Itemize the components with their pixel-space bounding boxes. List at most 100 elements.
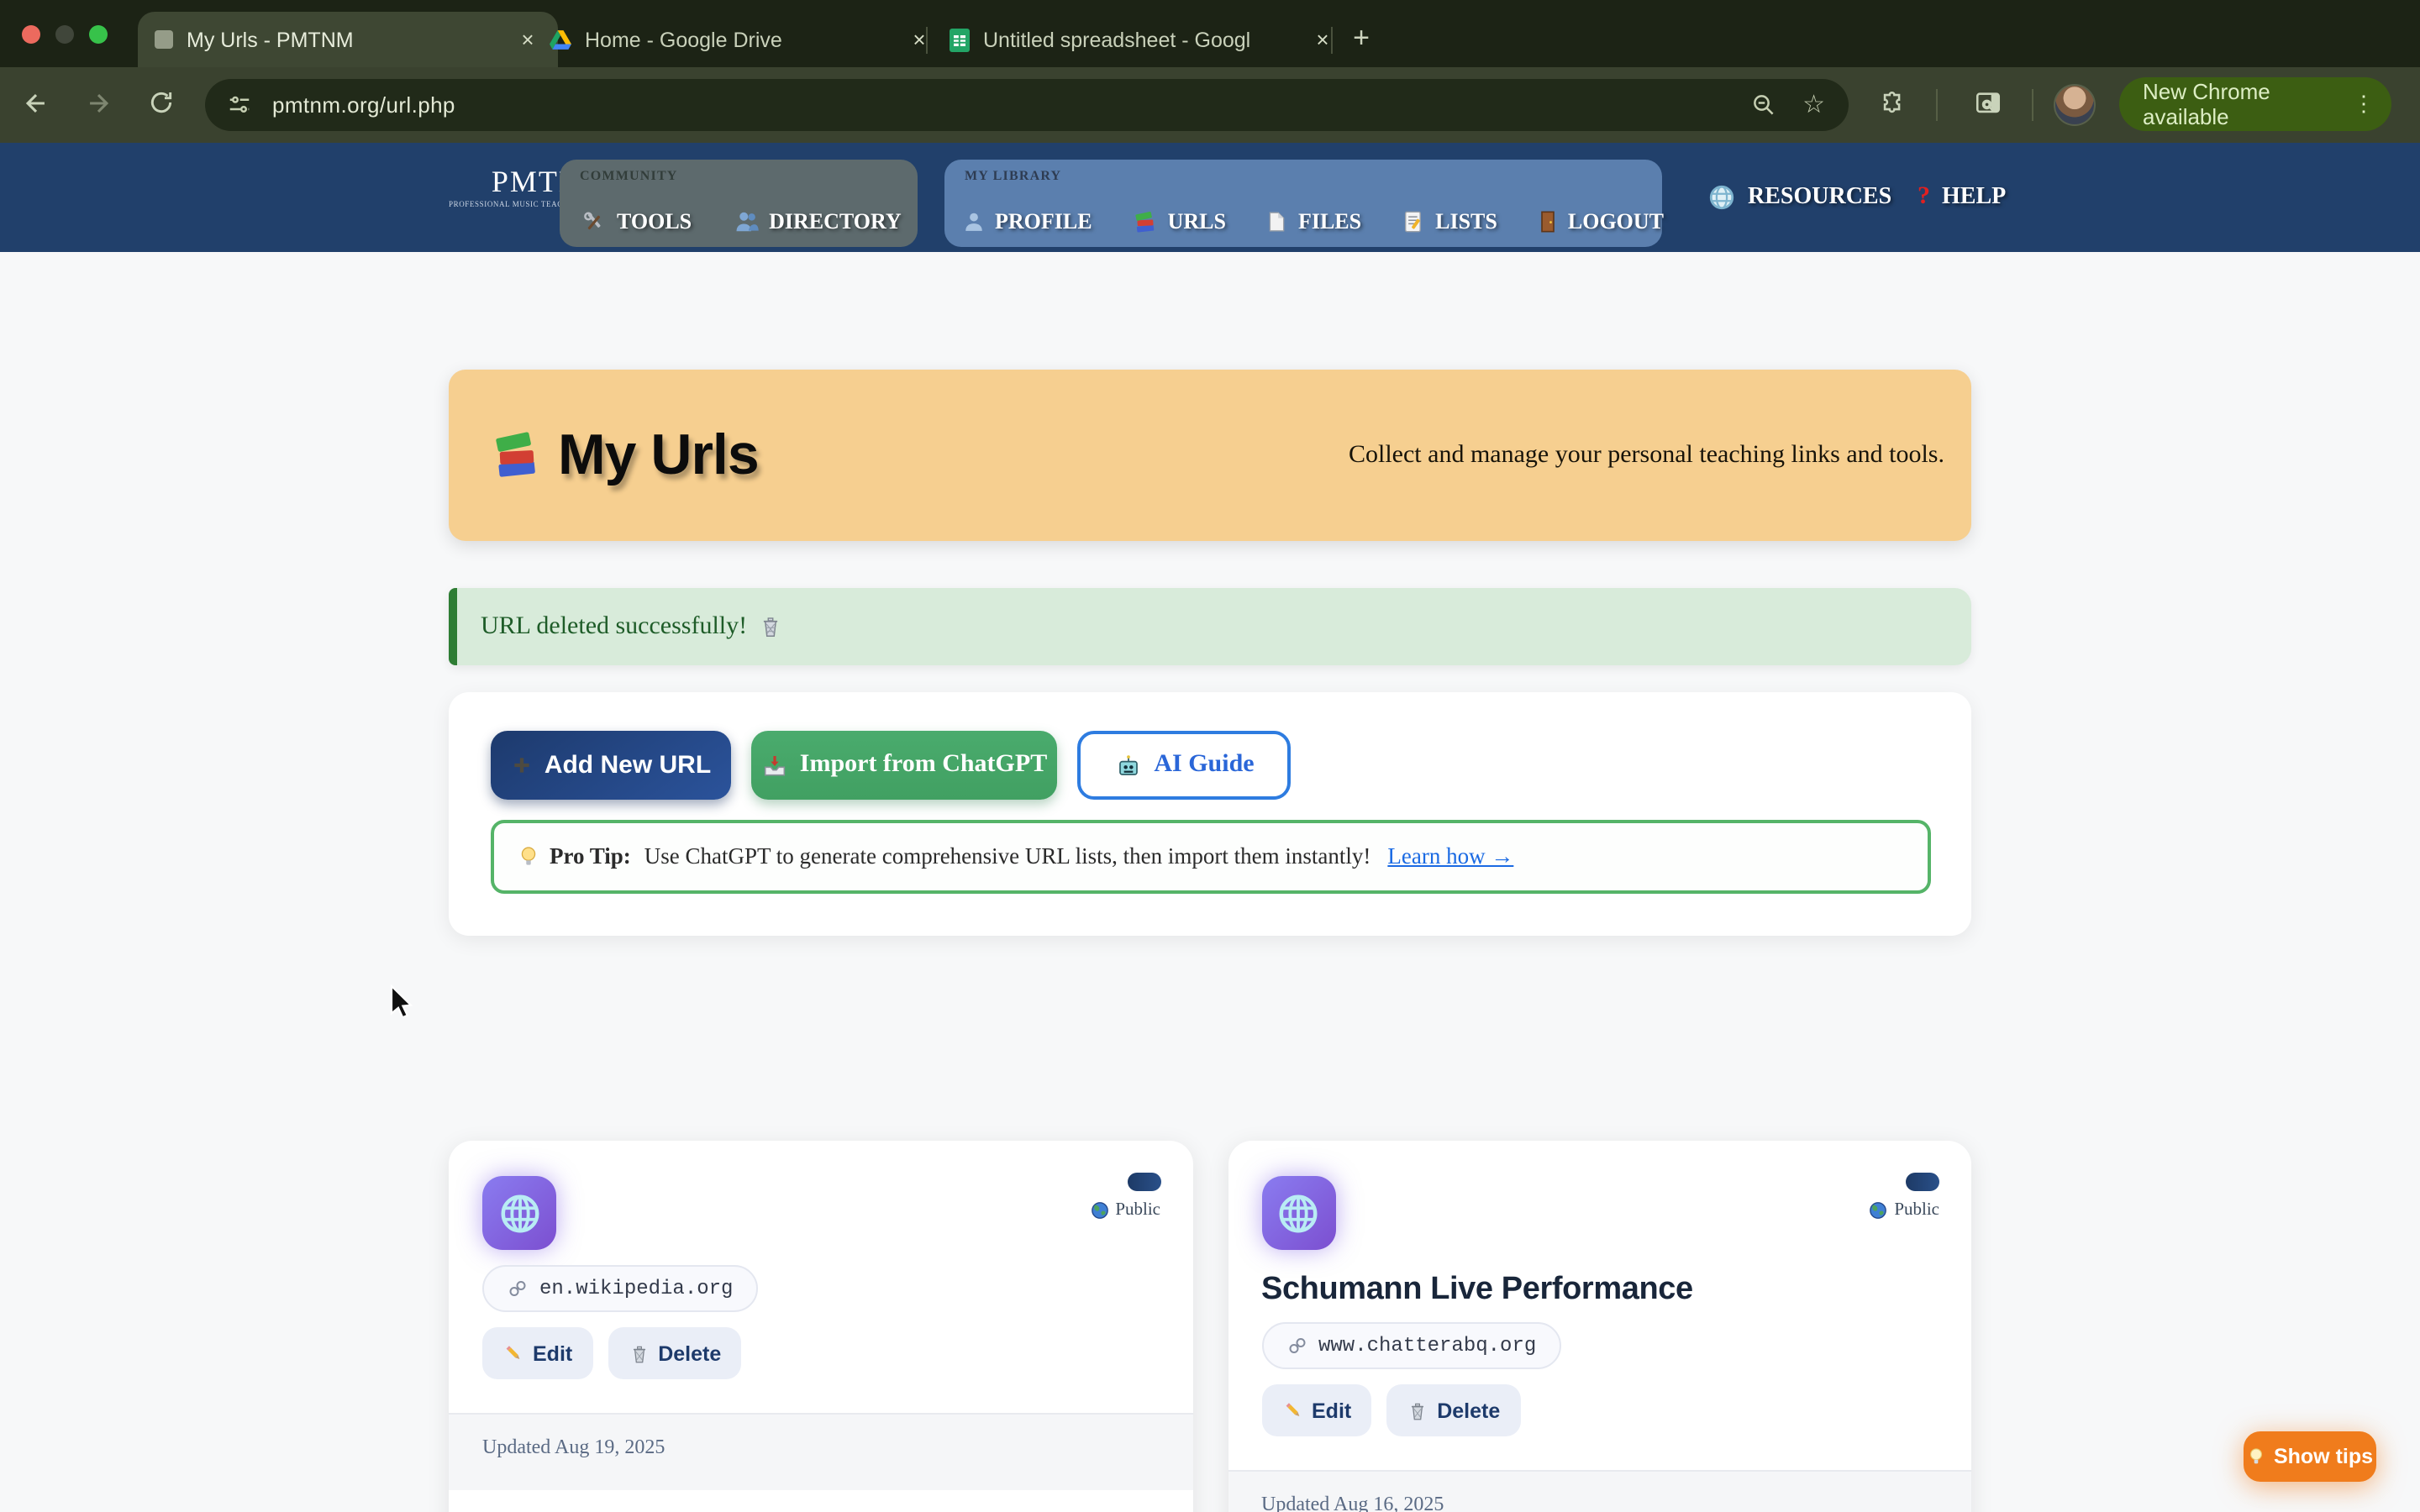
browser-toolbar: pmtnm.org/url.php ☆ New Chrome available — [0, 67, 2420, 143]
nav-item-directory[interactable]: DIRECTORY — [734, 208, 902, 235]
delete-button[interactable]: Delete — [1386, 1384, 1520, 1436]
new-tab-button[interactable]: + — [1341, 18, 1381, 59]
forward-icon[interactable] — [84, 89, 113, 118]
nav-group-my-library: MY LIBRARY PROFILE URLS — [944, 160, 1662, 247]
close-window-button[interactable] — [22, 25, 40, 44]
back-icon[interactable] — [22, 89, 50, 118]
books-icon — [1133, 209, 1158, 234]
nav-item-help[interactable]: ? HELP — [1918, 143, 2006, 252]
import-from-chatgpt-button[interactable]: Import from ChatGPT — [751, 731, 1057, 800]
nav-item-label: TOOLS — [617, 208, 692, 235]
earth-icon — [1090, 1201, 1108, 1220]
nav-item-profile[interactable]: PROFILE — [963, 208, 1092, 235]
visibility-label: Public — [1894, 1201, 1939, 1220]
address-bar[interactable]: pmtnm.org/url.php ☆ — [205, 79, 1849, 131]
page-header-banner: My Urls Collect and manage your personal… — [449, 370, 1971, 541]
learn-how-link[interactable]: Learn how → — [1387, 843, 1513, 870]
toolbar-separator — [2032, 89, 2033, 121]
bookmark-star-icon[interactable]: ☆ — [1802, 92, 1825, 118]
zoom-out-icon[interactable] — [1750, 92, 1776, 118]
minimize-window-button[interactable] — [55, 25, 74, 44]
visibility-badge: Public — [1090, 1201, 1160, 1220]
button-label: Add New URL — [544, 751, 711, 780]
globe-icon — [1707, 183, 1736, 212]
nav-item-resources[interactable]: RESOURCES — [1707, 143, 1891, 252]
nav-item-lists[interactable]: LISTS — [1402, 208, 1497, 235]
url-chip[interactable]: www.chatterabq.org — [1261, 1322, 1561, 1369]
visibility-label: Public — [1115, 1201, 1160, 1220]
extensions-icon[interactable] — [1879, 89, 1907, 118]
mouse-cursor — [390, 984, 418, 1016]
ai-guide-button[interactable]: AI Guide — [1077, 731, 1291, 800]
tab-title: My Urls - PMTNM — [187, 28, 514, 51]
earth-icon — [1869, 1201, 1887, 1220]
tab-title: Untitled spreadsheet - Googl — [983, 28, 1309, 51]
nav-item-label: HELP — [1942, 184, 2006, 211]
nav-item-logout[interactable]: LOGOUT — [1538, 208, 1664, 235]
button-label: Edit — [533, 1341, 572, 1365]
actions-panel: Add New URL Import from ChatGPT — [449, 692, 1971, 936]
wastebasket-icon — [1407, 1399, 1428, 1422]
nav-item-label: LOGOUT — [1568, 208, 1664, 235]
nav-item-label: FILES — [1298, 208, 1361, 235]
card-updated: Updated Aug 19, 2025 — [449, 1413, 1192, 1490]
pro-tip-lead: Pro Tip: — [550, 843, 631, 870]
card-updated: Updated Aug 16, 2025 — [1228, 1470, 1971, 1512]
card-toggle[interactable] — [1127, 1173, 1160, 1191]
card-toggle[interactable] — [1906, 1173, 1939, 1191]
profile-person-icon — [963, 210, 985, 234]
pro-tip-box: Pro Tip: Use ChatGPT to generate compreh… — [491, 820, 1931, 894]
button-label: Delete — [658, 1341, 721, 1365]
wastebasket-icon — [628, 1341, 650, 1365]
button-label: Show tips — [2274, 1445, 2373, 1468]
edit-button[interactable]: Edit — [1261, 1384, 1371, 1436]
nav-item-label: URLS — [1168, 208, 1226, 235]
reload-icon[interactable] — [148, 89, 175, 116]
close-tab-icon[interactable]: × — [906, 26, 933, 53]
nav-item-files[interactable]: FILES — [1266, 208, 1361, 235]
maximize-window-button[interactable] — [89, 25, 108, 44]
nav-item-urls[interactable]: URLS — [1133, 208, 1226, 235]
nav-item-label: DIRECTORY — [769, 208, 902, 235]
tab-google-drive[interactable]: Home - Google Drive × — [536, 12, 946, 67]
profile-avatar[interactable] — [2054, 84, 2096, 126]
nav-item-tools[interactable]: TOOLS — [581, 208, 692, 235]
site-info-icon[interactable] — [227, 92, 252, 118]
tab-my-urls[interactable]: My Urls - PMTNM × — [138, 12, 558, 67]
inbox-tray-icon — [761, 752, 788, 779]
window-controls — [22, 25, 108, 44]
browser-tab-bar: My Urls - PMTNM × Home - Google Drive × … — [0, 0, 2420, 67]
nav-group-label: COMMUNITY — [580, 168, 678, 183]
link-icon — [1286, 1336, 1307, 1356]
globe-icon — [1276, 1190, 1321, 1236]
chrome-update-label: New Chrome available — [2143, 79, 2353, 129]
edit-button[interactable]: Edit — [482, 1327, 592, 1379]
add-new-url-button[interactable]: Add New URL — [491, 731, 731, 800]
tab-separator — [1331, 27, 1333, 54]
delete-button[interactable]: Delete — [608, 1327, 741, 1379]
chrome-update-button[interactable]: New Chrome available ⋮ — [2119, 77, 2391, 131]
card-title: Schumann Live Performance — [1261, 1273, 1939, 1305]
url-chip[interactable]: en.wikipedia.org — [482, 1265, 758, 1312]
url-text: en.wikipedia.org — [539, 1277, 733, 1300]
url-card: Public en.wiki — [449, 1141, 1192, 1512]
url-favicon-tile — [482, 1176, 556, 1250]
link-icon — [508, 1278, 528, 1299]
side-panel-search-icon[interactable] — [1973, 89, 2003, 118]
books-icon — [491, 430, 543, 480]
wastebasket-icon — [757, 613, 782, 640]
tab-spreadsheet[interactable]: Untitled spreadsheet - Googl × — [936, 12, 1349, 67]
lightbulb-icon — [518, 844, 539, 869]
browser-menu-icon[interactable]: ⋮ — [2353, 91, 2375, 118]
url-text[interactable]: pmtnm.org/url.php — [272, 92, 455, 118]
pro-tip-text: Use ChatGPT to generate comprehensive UR… — [644, 843, 1371, 870]
show-tips-button[interactable]: Show tips — [2244, 1431, 2376, 1482]
site-navbar: PMTNM PROFESSIONAL MUSIC TEACHERS OF NEW… — [0, 143, 2420, 252]
page-subtitle: Collect and manage your personal teachin… — [1349, 441, 1944, 470]
app-window: My Urls - PMTNM × Home - Google Drive × … — [0, 0, 2420, 1512]
google-drive-icon — [550, 29, 571, 50]
tab-separator — [926, 27, 928, 54]
directory-people-icon — [734, 210, 759, 234]
nav-group-label: MY LIBRARY — [965, 168, 1061, 183]
url-card: Public Schumann Live Performance — [1228, 1141, 1971, 1512]
